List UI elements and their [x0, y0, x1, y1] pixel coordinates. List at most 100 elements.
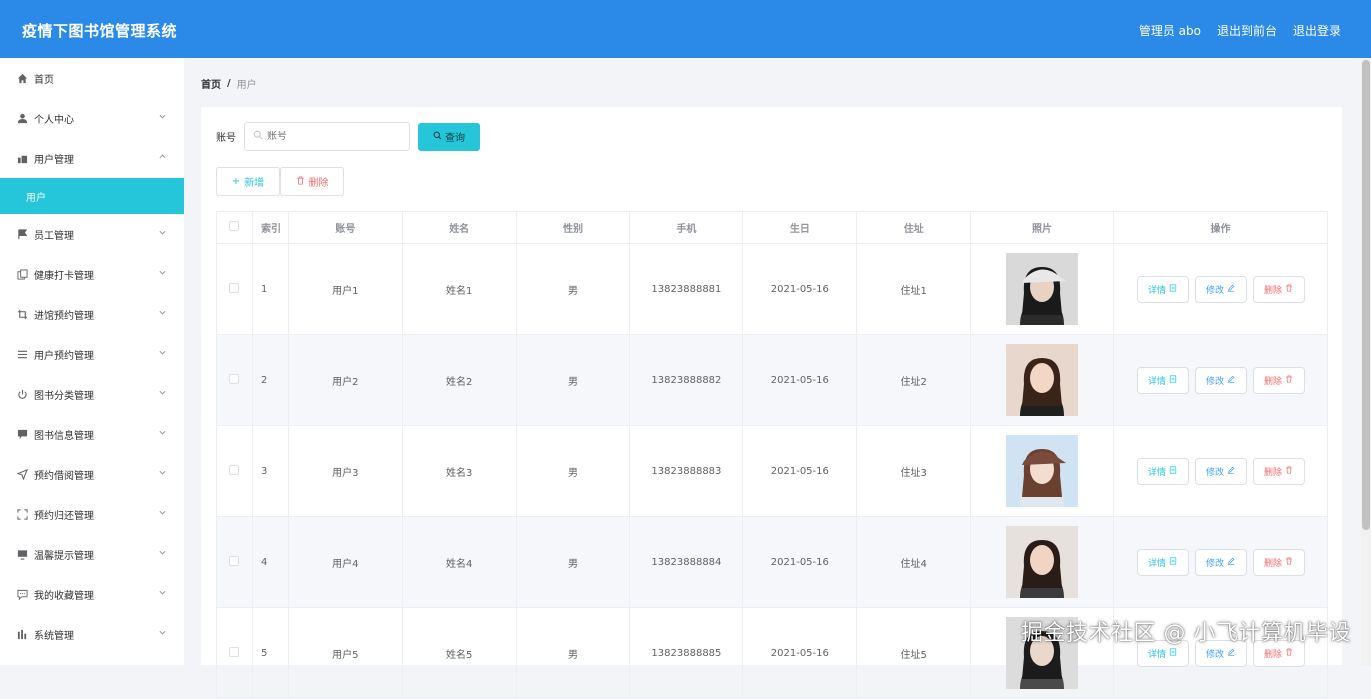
sidebar-item-label: 温馨提示管理 — [34, 547, 94, 562]
breadcrumb-home[interactable]: 首页 — [201, 76, 221, 91]
edit-button-label: 修改 — [1206, 465, 1224, 478]
document-icon — [1169, 284, 1177, 295]
sidebar-item-label: 个人中心 — [34, 111, 74, 126]
cell-name: 姓名2 — [402, 335, 516, 426]
sidebar-item-label: 用户预约管理 — [34, 347, 94, 362]
sidebar-item-favorites[interactable]: 我的收藏管理 — [0, 574, 184, 614]
select-all-checkbox[interactable] — [229, 221, 239, 231]
sidebar-item-user-management[interactable]: 用户管理 — [0, 138, 184, 178]
detail-button-label: 详情 — [1148, 647, 1166, 660]
row-checkbox[interactable] — [229, 465, 239, 475]
table-header-row: 索引 账号 姓名 性别 手机 生日 住址 照片 操作 — [217, 212, 1328, 244]
row-delete-button[interactable]: 删除 — [1253, 367, 1305, 394]
select-all-cell — [217, 212, 253, 244]
sidebar-item-book-category[interactable]: 图书分类管理 — [0, 374, 184, 414]
batch-delete-button[interactable]: 删除 — [280, 167, 344, 196]
logout-link[interactable]: 退出登录 — [1293, 22, 1341, 39]
search-field[interactable] — [244, 122, 410, 151]
sidebar-item-system[interactable]: 系统管理 — [0, 614, 184, 654]
row-checkbox[interactable] — [229, 556, 239, 566]
sidebar-item-label: 健康打卡管理 — [34, 267, 94, 282]
cell-address: 住址3 — [857, 426, 971, 517]
header-gender: 性别 — [516, 212, 630, 244]
search-form: 账号 查询 — [216, 122, 480, 151]
sidebar-item-label: 预约借阅管理 — [34, 467, 94, 482]
row-select-cell — [217, 426, 253, 517]
search-input[interactable] — [267, 131, 397, 142]
row-delete-button[interactable]: 删除 — [1253, 458, 1305, 485]
sidebar: 首页 个人中心 用户管理 用户 员工管理 健康打卡管理 进馆预约管理 用户预约管… — [0, 58, 184, 665]
sidebar-item-staff-management[interactable]: 员工管理 — [0, 214, 184, 254]
cell-gender: 男 — [516, 517, 630, 608]
admin-label: 管理员 abo — [1139, 22, 1201, 39]
sidebar-item-health-checkin[interactable]: 健康打卡管理 — [0, 254, 184, 294]
document-icon — [1169, 375, 1177, 386]
row-checkbox[interactable] — [229, 374, 239, 384]
sidebar-item-tips[interactable]: 温馨提示管理 — [0, 534, 184, 574]
table-row: 3 用户3 姓名3 男 13823888883 2021-05-16 住址3 — [217, 426, 1328, 517]
user-photo[interactable] — [1006, 526, 1078, 598]
cell-birthday: 2021-05-16 — [743, 517, 857, 608]
chevron-down-icon — [158, 228, 168, 238]
add-button-label: 新增 — [244, 174, 264, 189]
search-icon — [433, 131, 442, 143]
chevron-down-icon — [158, 588, 168, 598]
search-label: 账号 — [216, 129, 236, 144]
chevron-down-icon — [158, 348, 168, 358]
header-index: 索引 — [252, 212, 288, 244]
detail-button-label: 详情 — [1148, 283, 1166, 296]
action-bar: + 新增 删除 — [216, 167, 344, 196]
sidebar-item-user-reservation[interactable]: 用户预约管理 — [0, 334, 184, 374]
sidebar-subitem-users[interactable]: 用户 — [0, 178, 184, 214]
user-photo[interactable] — [1006, 344, 1078, 416]
row-delete-button-label: 删除 — [1264, 374, 1282, 387]
sidebar-item-label: 首页 — [34, 71, 54, 86]
detail-button[interactable]: 详情 — [1137, 549, 1189, 576]
row-checkbox[interactable] — [229, 283, 239, 293]
row-select-cell — [217, 517, 253, 608]
header-operations: 操作 — [1114, 212, 1328, 244]
user-icon — [16, 112, 28, 124]
edit-button-label: 修改 — [1206, 556, 1224, 569]
edit-button[interactable]: 修改 — [1195, 458, 1247, 485]
cell-index: 3 — [252, 426, 288, 517]
cell-birthday: 2021-05-16 — [743, 244, 857, 335]
detail-button[interactable]: 详情 — [1137, 276, 1189, 303]
user-photo[interactable] — [1006, 435, 1078, 507]
scrollbar-thumb[interactable] — [1362, 60, 1370, 530]
sidebar-item-borrow-reservation[interactable]: 预约借阅管理 — [0, 454, 184, 494]
sidebar-item-entry-reservation[interactable]: 进馆预约管理 — [0, 294, 184, 334]
table-row: 4 用户4 姓名4 男 13823888884 2021-05-16 住址4 — [217, 517, 1328, 608]
power-icon — [16, 388, 28, 400]
detail-button[interactable]: 详情 — [1137, 367, 1189, 394]
row-checkbox[interactable] — [229, 647, 239, 657]
back-to-front-link[interactable]: 退出到前台 — [1217, 22, 1277, 39]
query-button[interactable]: 查询 — [418, 123, 480, 151]
edit-button-label: 修改 — [1206, 374, 1224, 387]
sidebar-item-personal-center[interactable]: 个人中心 — [0, 98, 184, 138]
detail-button[interactable]: 详情 — [1137, 458, 1189, 485]
edit-button[interactable]: 修改 — [1195, 367, 1247, 394]
cell-index: 2 — [252, 335, 288, 426]
edit-button[interactable]: 修改 — [1195, 549, 1247, 576]
header-birthday: 生日 — [743, 212, 857, 244]
user-photo[interactable] — [1006, 253, 1078, 325]
cell-gender: 男 — [516, 608, 630, 699]
row-select-cell — [217, 244, 253, 335]
row-delete-button[interactable]: 删除 — [1253, 549, 1305, 576]
add-button[interactable]: + 新增 — [216, 167, 280, 196]
trash-icon — [1285, 375, 1293, 386]
sidebar-item-book-info[interactable]: 图书信息管理 — [0, 414, 184, 454]
breadcrumb: 首页 / 用户 — [201, 76, 257, 91]
list-icon — [16, 348, 28, 360]
row-delete-button-label: 删除 — [1264, 283, 1282, 296]
trash-icon — [296, 176, 305, 188]
page-scrollbar[interactable] — [1361, 58, 1371, 665]
home-icon — [16, 72, 28, 84]
sidebar-item-return-reservation[interactable]: 预约归还管理 — [0, 494, 184, 534]
sidebar-item-home[interactable]: 首页 — [0, 58, 184, 98]
edit-button[interactable]: 修改 — [1195, 276, 1247, 303]
pencil-icon — [1227, 466, 1235, 477]
row-delete-button[interactable]: 删除 — [1253, 276, 1305, 303]
document-icon — [1169, 466, 1177, 477]
